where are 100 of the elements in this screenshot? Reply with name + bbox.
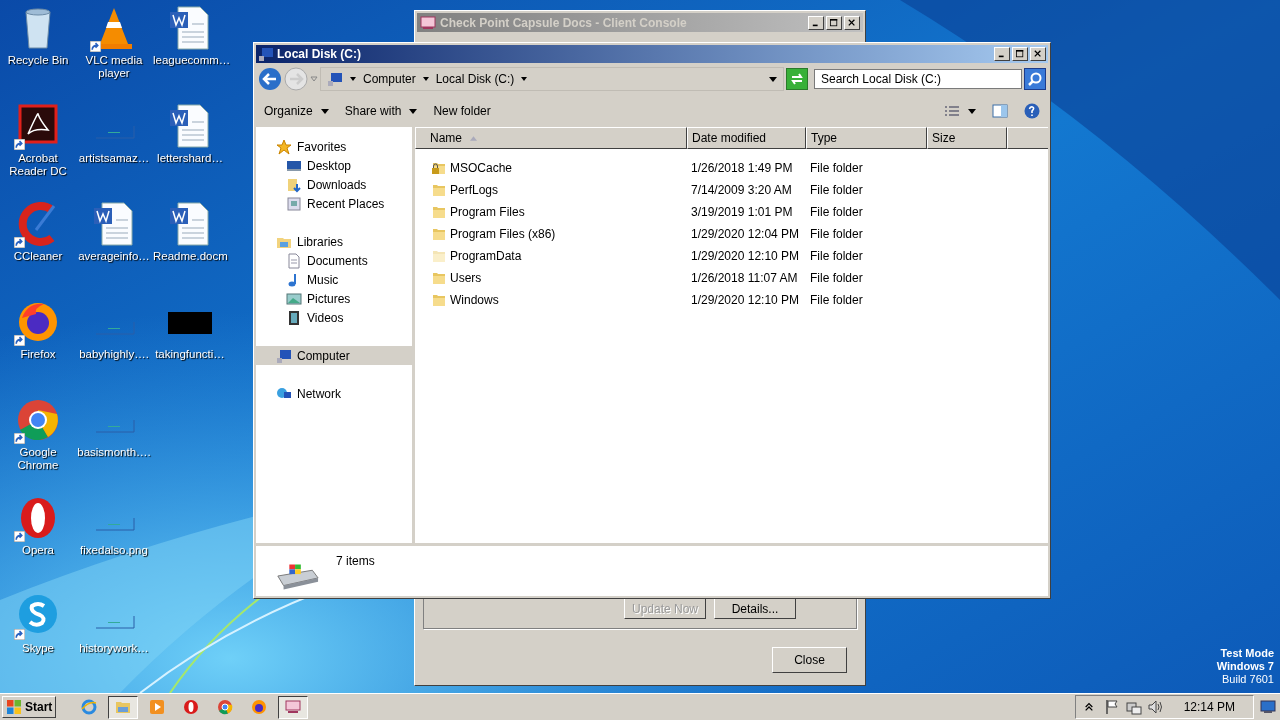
minimize-button[interactable] — [808, 15, 824, 30]
film-icon — [286, 309, 302, 326]
os-watermark-text: Windows 7 — [1216, 660, 1274, 673]
file-row[interactable]: PerfLogs 7/14/2009 3:20 AM File folder — [415, 179, 927, 201]
type-cell-text: File folder — [809, 249, 864, 263]
desktop-icon-label[interactable]: Recycle Bin — [1, 54, 75, 67]
dropdown-arrow-icon[interactable] — [520, 75, 529, 83]
column-header[interactable]: Size — [927, 127, 1007, 149]
date-cell-text: 3/19/2019 1:01 PM — [690, 205, 794, 219]
file-name: Windows — [450, 293, 499, 307]
app-icon — [420, 14, 436, 31]
close-button[interactable] — [1030, 47, 1046, 61]
maximize-button[interactable] — [1012, 47, 1028, 61]
app-icon[interactable] — [278, 695, 309, 719]
show-hidden-icons-icon[interactable] — [1083, 702, 1094, 712]
desktop-icon-label[interactable]: basismonth…. — [77, 446, 151, 459]
computer-icon — [276, 347, 292, 364]
column-header[interactable]: Date modified — [687, 127, 806, 149]
file-name: MSOCache — [450, 161, 513, 175]
file-row[interactable]: ProgramData 1/29/2020 12:10 PM File folder — [415, 245, 927, 267]
help-icon — [1024, 103, 1040, 119]
close-icon — [1034, 50, 1042, 58]
refresh-button[interactable] — [786, 68, 808, 90]
date-cell-text: 1/26/2018 11:07 AM — [690, 271, 799, 285]
dropdown-arrow-icon[interactable] — [421, 75, 430, 83]
dropdown-arrow-icon[interactable] — [769, 75, 777, 83]
breadcrumb-item[interactable]: Computer — [363, 72, 416, 86]
address-bar[interactable]: Computer Local Disk (C:) — [320, 67, 784, 91]
maximize-button[interactable] — [826, 15, 842, 30]
desktop-icon-label[interactable]: takingfuncti… — [153, 348, 227, 361]
nav-item[interactable]: Pictures — [256, 289, 412, 308]
computer-icon — [327, 71, 343, 87]
dropdown-arrow-icon[interactable] — [349, 75, 357, 83]
desktop-icon-label[interactable]: Google Chrome — [1, 446, 75, 472]
clock[interactable]: 12:14 PM — [1169, 700, 1245, 714]
network-icon[interactable] — [1125, 699, 1142, 715]
date-cell-text: 7/14/2009 3:20 AM — [690, 183, 793, 197]
desktop-icon-label[interactable]: leaguecomm… — [153, 54, 227, 67]
toolbar-button[interactable]: Organize — [258, 101, 335, 121]
picture-icon — [286, 290, 302, 307]
desktop-icon-label[interactable]: artistsamaz… — [77, 152, 151, 165]
caret-icon — [320, 107, 329, 115]
file-row[interactable]: MSOCache 1/26/2018 1:49 PM File folder — [415, 157, 927, 179]
speaker-icon[interactable] — [1147, 699, 1164, 715]
close-button[interactable]: Close — [772, 647, 847, 673]
nav-item[interactable]: Desktop — [256, 156, 412, 175]
list-view-icon — [944, 105, 960, 117]
date-cell-text: 1/29/2020 12:04 PM — [690, 227, 801, 241]
pane-icon — [992, 103, 1008, 119]
nav-item[interactable]: Computer — [256, 346, 412, 365]
show-desktop-button[interactable] — [1258, 700, 1278, 714]
toolbar-button[interactable]: New folder — [427, 101, 497, 121]
column-header[interactable]: Type — [806, 127, 927, 149]
desktop-icon-label[interactable]: averageinfo… — [77, 250, 151, 263]
search-button[interactable] — [1024, 68, 1046, 90]
close-icon — [848, 18, 856, 27]
close-button[interactable] — [844, 15, 860, 30]
flag-icon[interactable] — [1103, 699, 1120, 715]
nav-item[interactable]: Videos — [256, 308, 412, 327]
os-watermark-text: Test Mode — [1220, 647, 1274, 660]
date-cell-text: 1/29/2020 12:10 PM — [690, 249, 801, 263]
caret-icon — [968, 107, 976, 115]
desktop-icon-label[interactable]: CCleaner — [1, 250, 75, 263]
column-header[interactable]: Name — [415, 127, 687, 149]
folder-icon[interactable] — [108, 695, 139, 719]
nav-item[interactable]: Documents — [256, 251, 412, 270]
maximize-icon — [830, 18, 838, 27]
desktop-icon-label[interactable]: Acrobat Reader DC — [1, 152, 75, 178]
desktop-icon-label[interactable]: Firefox — [1, 348, 75, 361]
toolbar-button[interactable]: Share with — [338, 101, 424, 121]
nav-item[interactable]: Favorites — [256, 137, 412, 156]
minimize-button[interactable] — [994, 47, 1010, 61]
file-row[interactable]: Program Files (x86) 1/29/2020 12:04 PM File folder — [415, 223, 927, 245]
desktop-icon-label[interactable]: VLC media player — [77, 54, 151, 80]
file-name: Users — [450, 271, 482, 285]
desktop-icon-label[interactable]: babyhighly…. — [77, 348, 151, 361]
four-squares-icon — [6, 699, 22, 715]
desktop-icon-label[interactable]: lettershard… — [153, 152, 227, 165]
nav-item[interactable]: Downloads — [256, 175, 412, 194]
back-button[interactable] — [258, 67, 282, 91]
nav-item[interactable]: Music — [256, 270, 412, 289]
nav-item[interactable]: Network — [256, 384, 412, 403]
nav-item[interactable]: Recent Places — [256, 194, 412, 213]
file-name: PerfLogs — [450, 183, 499, 197]
type-cell-text: File folder — [809, 227, 864, 241]
file-name: ProgramData — [450, 249, 522, 263]
nav-item[interactable]: Libraries — [256, 232, 412, 251]
breadcrumb-item[interactable]: Local Disk (C:) — [435, 72, 515, 86]
maximize-icon — [1016, 50, 1024, 58]
start-button[interactable]: Start — [2, 696, 57, 718]
dialog-button[interactable]: Details... — [714, 598, 796, 619]
download-icon — [286, 176, 302, 193]
file-row[interactable]: Windows 1/29/2020 12:10 PM File folder — [415, 289, 927, 311]
caret-icon — [409, 107, 418, 115]
file-row[interactable]: Program Files 3/19/2019 1:01 PM File folder — [415, 201, 927, 223]
date-cell-text: 1/26/2018 1:49 PM — [690, 161, 794, 175]
search-field[interactable]: Search Local Disk (C:) — [814, 69, 1022, 89]
type-cell-text: File folder — [809, 183, 864, 197]
file-row[interactable]: Users 1/26/2018 11:07 AM File folder — [415, 267, 927, 289]
desktop-icon-label[interactable]: Readme.docm — [153, 250, 227, 263]
